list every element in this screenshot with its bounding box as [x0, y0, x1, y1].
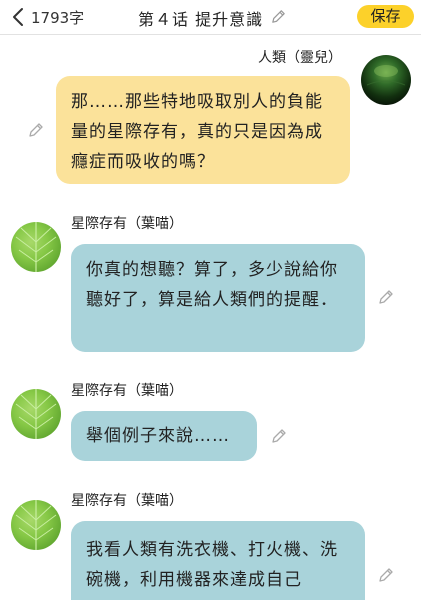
save-button[interactable]: 保存 — [357, 5, 414, 28]
avatar[interactable] — [361, 55, 411, 105]
top-bar: 1793字 第４话 提升意識 保存 — [0, 0, 421, 35]
pencil-icon[interactable] — [377, 288, 395, 306]
char-count: 1793字 — [31, 9, 85, 27]
message-bubble[interactable]: 你真的想聽？算了，多少說給你聽好了，算是給人類們的提醒． — [71, 244, 365, 352]
chevron-left-icon[interactable] — [8, 6, 30, 28]
pencil-icon[interactable] — [377, 566, 395, 584]
speaker-name: 星際存有（葉喵） — [71, 493, 183, 509]
chapter-title[interactable]: 第４话 提升意識 — [138, 6, 263, 30]
speaker-name: 人類（靈兒） — [258, 50, 342, 66]
green-leaf-icon — [15, 500, 57, 550]
avatar[interactable] — [11, 500, 61, 550]
message-bubble[interactable]: 舉個例子來說…… — [71, 411, 257, 461]
pencil-icon[interactable] — [270, 8, 287, 25]
message-bubble[interactable]: 那……那些特地吸取別人的負能量的星際存有，真的只是因為成癮症而吸收的嗎？ — [56, 76, 350, 184]
message-text: 那……那些特地吸取別人的負能量的星際存有，真的只是因為成癮症而吸收的嗎？ — [71, 92, 323, 172]
message-text: 舉個例子來說…… — [86, 426, 230, 446]
message-text: 你真的想聽？算了，多少說給你聽好了，算是給人類們的提醒． — [86, 260, 338, 310]
pencil-icon[interactable] — [27, 121, 45, 139]
avatar[interactable] — [11, 389, 61, 439]
avatar[interactable] — [11, 222, 61, 272]
message-text: 我看人類有洗衣機、打火機、洗碗機，利用機器來達成自己 — [86, 540, 338, 590]
pencil-icon[interactable] — [270, 427, 288, 445]
message-bubble[interactable]: 我看人類有洗衣機、打火機、洗碗機，利用機器來達成自己 — [71, 521, 365, 600]
speaker-name: 星際存有（葉喵） — [71, 383, 183, 399]
green-leaf-icon — [15, 222, 57, 272]
dark-orb-icon — [366, 65, 406, 86]
speaker-name: 星際存有（葉喵） — [71, 216, 183, 232]
green-leaf-icon — [15, 389, 57, 439]
